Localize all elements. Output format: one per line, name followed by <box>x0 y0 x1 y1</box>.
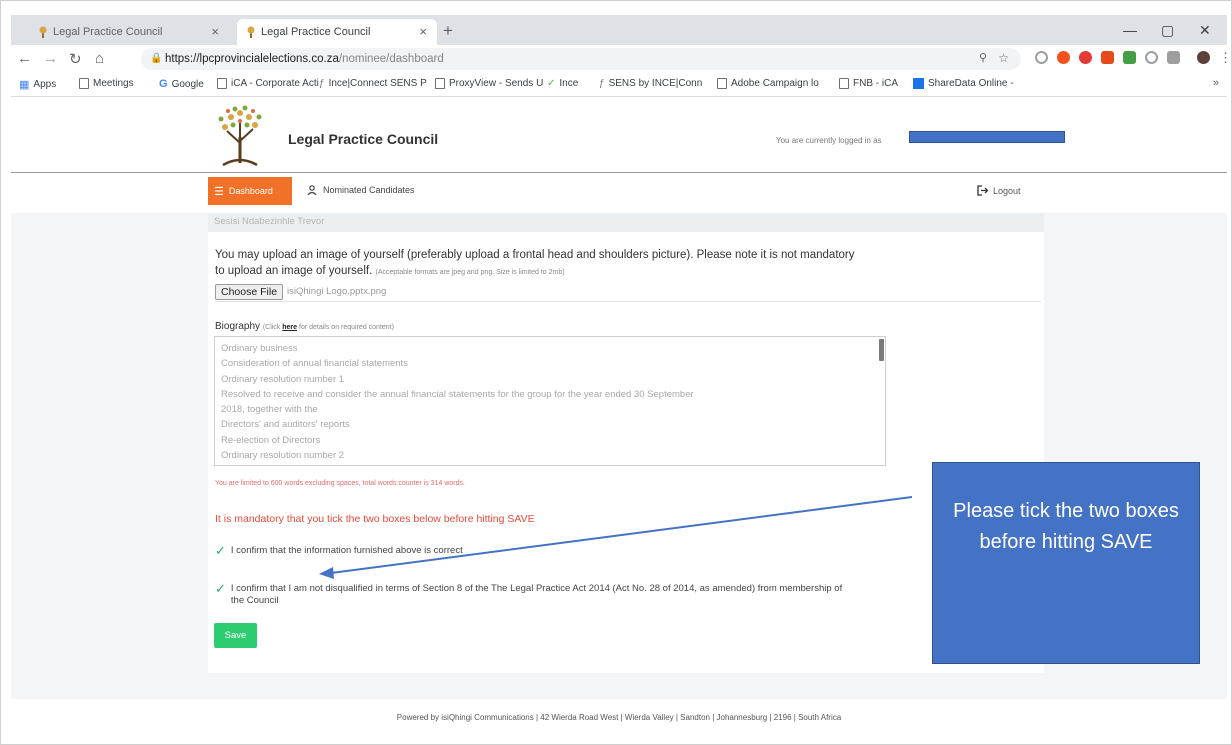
screenshot-frame: Legal Practice Council × Legal Practice … <box>0 0 1232 745</box>
menu-logout[interactable]: Logout <box>977 185 1021 196</box>
bookmark-adobe-campaign[interactable]: Adobe Campaign lo <box>717 78 819 89</box>
tab-close-icon[interactable]: × <box>211 24 219 39</box>
tab-title: Legal Practice Council <box>53 26 163 38</box>
reload-icon[interactable]: ↻ <box>69 50 82 68</box>
ince-icon: ƒ <box>319 78 325 89</box>
biography-scrollbar[interactable] <box>879 339 884 361</box>
biography-line: Consideration of annual financial statem… <box>221 358 408 370</box>
page-icon <box>217 78 227 89</box>
url-path: /nominee/dashboard <box>338 53 444 65</box>
name-input[interactable]: Sesisi Ndabezinhle Trevor <box>208 213 1044 232</box>
nominee-form: Sesisi Ndabezinhle Trevor You may upload… <box>208 213 1044 673</box>
browser-tab-bar: Legal Practice Council × Legal Practice … <box>11 15 1227 45</box>
bookmark-meetings[interactable]: Meetings <box>79 78 134 89</box>
browser-toolbar: ← → ↻ ⌂ 🔒 https://lpcprovincialelections… <box>11 45 1231 73</box>
extension-circle-icon[interactable] <box>1035 51 1048 64</box>
upload-format-note: (Acceptable formats are jpeg and png. Si… <box>375 269 565 276</box>
biography-help-link[interactable]: here <box>282 324 297 331</box>
bookmarks-bar: ▦ Apps Meetings G Google iCA - Corporate A… <box>11 73 1227 97</box>
lock-icon: 🔒 <box>150 53 163 64</box>
main-menu: ☰ Dashboard Nominated Candidates Logout <box>11 177 1227 205</box>
upload-instructions: You may upload an image of yourself (pre… <box>215 249 855 277</box>
site-header: Legal Practice Council You are currently… <box>11 97 1227 173</box>
new-tab-button[interactable]: + <box>443 21 453 41</box>
lpc-favicon-icon <box>247 26 255 38</box>
lpc-favicon-icon <box>39 26 47 38</box>
logged-in-text: You are currently logged in as <box>776 136 882 145</box>
lpc-tree-logo-icon <box>218 105 262 167</box>
apps-grid-icon: ▦ <box>19 79 30 91</box>
sharedata-icon <box>913 78 924 89</box>
bookmark-apps[interactable]: ▦ Apps <box>19 78 56 91</box>
forward-arrow-icon[interactable]: → <box>43 50 58 67</box>
google-icon: G <box>159 78 168 90</box>
bookmark-star-icon[interactable]: ☆ <box>998 51 1009 65</box>
biography-label: Biography (Click here for details on req… <box>215 321 394 332</box>
confirm-not-disqualified-checkbox[interactable]: ✓ I confirm that I am not disqualified i… <box>215 581 855 607</box>
biography-line: Ordinary resolution number 2 <box>221 450 345 462</box>
bookmark-inceconnect-sens[interactable]: ƒ Ince|Connect SENS P <box>319 78 427 89</box>
biography-line: Re-election of Directors <box>221 434 321 446</box>
home-icon[interactable]: ⌂ <box>95 50 104 67</box>
save-button[interactable]: Save <box>214 623 257 648</box>
window-close-icon[interactable]: ✕ <box>1199 22 1211 39</box>
page-icon <box>839 78 849 89</box>
extension-red-icon[interactable] <box>1101 51 1114 64</box>
menu-dashboard[interactable]: ☰ Dashboard <box>208 177 292 205</box>
browser-tab-1[interactable]: Legal Practice Council × <box>29 19 229 45</box>
tab-close-icon[interactable]: × <box>419 24 427 39</box>
bookmark-proxyview[interactable]: ProxyView - Sends U <box>435 78 543 89</box>
bookmark-fnb-ica[interactable]: FNB - iCA <box>839 78 898 89</box>
page-icon <box>717 78 727 89</box>
bookmark-sharedata[interactable]: ShareData Online - <box>913 78 1014 89</box>
extension-ring-icon[interactable] <box>1145 51 1158 64</box>
biography-textarea[interactable]: Ordinary business Consideration of annua… <box>214 336 886 466</box>
checkmark-icon: ✓ <box>215 543 226 558</box>
selected-file-name: isiQhingi Logo.pptx.png <box>287 286 387 297</box>
biography-line: Resolved to receive and consider the ann… <box>221 388 694 400</box>
site-title: Legal Practice Council <box>288 131 439 147</box>
menu-nominated-candidates[interactable]: Nominated Candidates <box>307 185 415 195</box>
ince-check-icon: ✓ <box>547 78 556 89</box>
tab-title: Legal Practice Council <box>261 26 371 38</box>
bookmark-ince[interactable]: ✓ Ince <box>547 78 578 89</box>
word-limit-note: You are limited to 600 words excluding s… <box>215 480 465 487</box>
page-icon <box>79 78 89 89</box>
choose-file-button[interactable]: Choose File <box>215 283 284 300</box>
mandatory-warning: It is mandatory that you tick the two bo… <box>215 513 535 525</box>
pinterest-icon[interactable] <box>1079 51 1092 64</box>
redaction-bar <box>909 131 1065 143</box>
back-arrow-icon[interactable]: ← <box>17 50 32 67</box>
profile-avatar[interactable] <box>1197 51 1210 64</box>
biography-line: Ordinary resolution number 1 <box>221 373 345 385</box>
file-upload-row: Choose File isiQhingi Logo.pptx.png <box>215 282 1041 302</box>
annotation-callout: Please tick the two boxes before hitting… <box>932 462 1200 664</box>
site-footer: Powered by isiQhingi Communications | 42… <box>396 713 842 722</box>
bookmark-ica-corporate[interactable]: iCA - Corporate Acti <box>217 78 319 89</box>
search-icon[interactable]: ⚲ <box>979 51 987 64</box>
hamburger-icon: ☰ <box>214 185 224 198</box>
url-host: https://lpcprovincialelections.co.za <box>165 53 339 65</box>
extension-green-icon[interactable] <box>1123 51 1136 64</box>
address-bar[interactable]: 🔒 https://lpcprovincialelections.co.za/n… <box>141 48 1021 70</box>
checkmark-icon: ✓ <box>215 581 226 596</box>
biography-line: Ordinary business <box>221 343 298 354</box>
biography-line: 2018, together with the <box>221 404 318 416</box>
extension-grey-icon[interactable] <box>1167 51 1180 64</box>
page-icon <box>435 78 445 89</box>
minimize-icon[interactable]: — <box>1123 22 1137 38</box>
user-icon <box>307 185 317 195</box>
biography-line: Directors' and auditors' reports <box>221 419 350 431</box>
logout-icon <box>977 185 989 196</box>
extension-block-icon[interactable] <box>1057 51 1070 64</box>
bookmark-sens-by-ince[interactable]: ƒ SENS by INCE|Conn <box>599 78 702 89</box>
ince-icon: ƒ <box>599 78 605 89</box>
bookmark-google[interactable]: G Google <box>159 78 204 90</box>
maximize-icon[interactable]: ▢ <box>1161 22 1174 39</box>
confirm-info-correct-checkbox[interactable]: ✓ I confirm that the information furnish… <box>215 543 463 558</box>
browser-menu-icon[interactable]: ⋮ <box>1219 50 1231 66</box>
browser-tab-2[interactable]: Legal Practice Council × <box>237 19 437 45</box>
bookmarks-overflow-icon[interactable]: » <box>1213 77 1219 89</box>
